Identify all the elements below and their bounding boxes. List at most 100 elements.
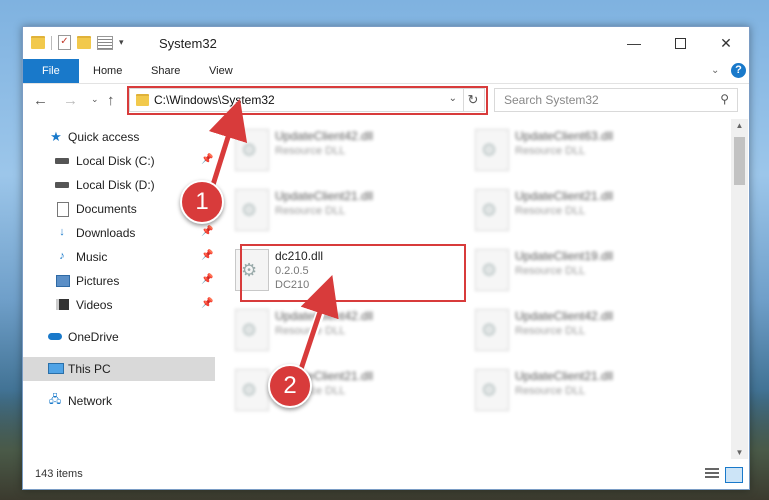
sidebar-item-local-disk-c[interactable]: Local Disk (C:) 📌 (23, 149, 215, 173)
sidebar-item-network[interactable]: 🖧 Network (23, 389, 215, 413)
onedrive-icon (48, 333, 62, 340)
sidebar-item-label: Quick access (68, 130, 140, 144)
dll-file-icon (475, 309, 509, 351)
file-name: UpdateClient42.dll (515, 309, 614, 323)
file-description: Resource DLL (275, 145, 346, 157)
sidebar-item-music[interactable]: ♪ Music 📌 (23, 245, 215, 269)
music-icon: ♪ (59, 250, 65, 262)
pictures-icon (56, 275, 70, 287)
callout-badge-1: 1 (180, 180, 224, 224)
this-pc-icon (48, 363, 64, 374)
file-item[interactable]: UpdateClient63.dll Resource DLL (459, 125, 689, 173)
recent-locations-icon[interactable]: ⌄ (91, 94, 99, 105)
dll-file-icon (235, 189, 269, 231)
chevron-down-icon[interactable]: ▾ (119, 37, 124, 48)
help-icon[interactable]: ? (731, 63, 746, 78)
sidebar-item-label: Downloads (76, 226, 136, 240)
videos-icon (56, 299, 69, 310)
pin-icon[interactable]: 📌 (201, 154, 213, 165)
pin-icon[interactable]: 📌 (201, 298, 213, 309)
file-item[interactable]: UpdateClient19.dll Resource DLL (459, 245, 689, 293)
scroll-thumb[interactable] (734, 137, 745, 185)
tab-view[interactable]: View (195, 59, 247, 83)
disk-icon (55, 158, 69, 164)
close-button[interactable]: ✕ (703, 27, 749, 59)
navigation-bar: ← → ⌄ ↑ C:\Windows\System32 ⌄ ↻ Search S… (23, 84, 749, 118)
tab-share[interactable]: Share (137, 59, 194, 83)
file-item[interactable]: UpdateClient21.dll Resource DLL (219, 365, 449, 413)
item-count: 143 items (35, 468, 83, 480)
maximize-button[interactable] (657, 27, 703, 59)
sidebar-item-downloads[interactable]: ↓ Downloads 📌 (23, 221, 215, 245)
tab-file[interactable]: File (23, 59, 79, 83)
pin-icon[interactable]: 📌 (201, 250, 213, 261)
dll-file-icon (475, 189, 509, 231)
star-icon: ★ (50, 129, 62, 144)
sidebar-item-videos[interactable]: Videos 📌 (23, 293, 215, 317)
forward-icon[interactable]: → (63, 92, 78, 109)
disk-icon (55, 182, 69, 188)
large-icons-view-icon[interactable] (725, 467, 743, 483)
sidebar-item-pictures[interactable]: Pictures 📌 (23, 269, 215, 293)
ribbon-tabs: File Home Share View ⌄ ? (23, 59, 749, 84)
file-name: UpdateClient42.dll (275, 309, 374, 323)
file-description: Resource DLL (275, 205, 346, 217)
file-name: UpdateClient21.dll (515, 189, 614, 203)
sidebar-item-label: Documents (76, 202, 137, 216)
pin-icon[interactable]: 📌 (201, 274, 213, 285)
vertical-scrollbar[interactable]: ▲ ▼ (731, 119, 748, 459)
downloads-icon: ↓ (59, 226, 65, 238)
window-title: System32 (159, 36, 217, 51)
search-icon: ⚲ (720, 92, 729, 106)
sidebar-item-label: OneDrive (68, 330, 119, 344)
dll-file-icon (235, 129, 269, 171)
maximize-icon (674, 37, 686, 49)
sidebar-item-label: Local Disk (D:) (76, 178, 155, 192)
sidebar-item-this-pc[interactable]: This PC (23, 357, 215, 381)
network-icon: 🖧 (48, 394, 62, 406)
dll-file-icon (235, 309, 269, 351)
documents-icon (57, 202, 69, 217)
minimize-button[interactable]: — (611, 27, 657, 59)
file-description: Resource DLL (515, 265, 586, 277)
file-description: Resource DLL (515, 205, 586, 217)
file-item[interactable]: UpdateClient42.dll Resource DLL (219, 125, 449, 173)
file-description: Resource DLL (515, 145, 586, 157)
sidebar-item-quick-access[interactable]: ★ Quick access (23, 125, 215, 149)
divider (51, 35, 52, 50)
folder-icon (31, 36, 45, 49)
file-description: Resource DLL (515, 385, 586, 397)
sidebar-item-onedrive[interactable]: OneDrive (23, 325, 215, 349)
file-name: UpdateClient42.dll (275, 129, 374, 143)
dll-file-icon (475, 249, 509, 291)
details-view-icon[interactable] (705, 468, 719, 480)
properties-icon[interactable] (97, 35, 113, 50)
pin-icon[interactable]: 📌 (201, 226, 213, 237)
back-icon[interactable]: ← (33, 92, 48, 109)
file-name: UpdateClient63.dll (515, 129, 614, 143)
file-name: UpdateClient21.dll (515, 369, 614, 383)
file-item[interactable]: UpdateClient21.dll Resource DLL (459, 185, 689, 233)
file-highlight-box (240, 244, 466, 302)
up-icon[interactable]: ↑ (107, 92, 115, 109)
search-placeholder: Search System32 (504, 93, 599, 107)
file-name: UpdateClient19.dll (515, 249, 614, 263)
dll-file-icon (235, 369, 269, 411)
tab-home[interactable]: Home (79, 59, 136, 83)
address-highlight-box (127, 86, 488, 115)
properties-check-icon[interactable]: ✓ (58, 35, 71, 50)
file-item[interactable]: UpdateClient42.dll Resource DLL (459, 305, 689, 353)
expand-ribbon-icon[interactable]: ⌄ (711, 65, 719, 76)
file-item[interactable]: UpdateClient42.dll Resource DLL (219, 305, 449, 353)
new-folder-icon[interactable] (77, 36, 91, 49)
file-name: UpdateClient21.dll (275, 189, 374, 203)
scroll-down-icon[interactable]: ▼ (731, 448, 748, 457)
file-item[interactable]: UpdateClient21.dll Resource DLL (219, 185, 449, 233)
dll-file-icon (475, 129, 509, 171)
file-item[interactable]: UpdateClient21.dll Resource DLL (459, 365, 689, 413)
navigation-pane: ★ Quick access Local Disk (C:) 📌 Local D… (23, 119, 215, 459)
dll-file-icon (475, 369, 509, 411)
sidebar-item-label: Pictures (76, 274, 120, 288)
search-input[interactable]: Search System32 ⚲ (494, 88, 738, 112)
scroll-up-icon[interactable]: ▲ (731, 121, 748, 130)
